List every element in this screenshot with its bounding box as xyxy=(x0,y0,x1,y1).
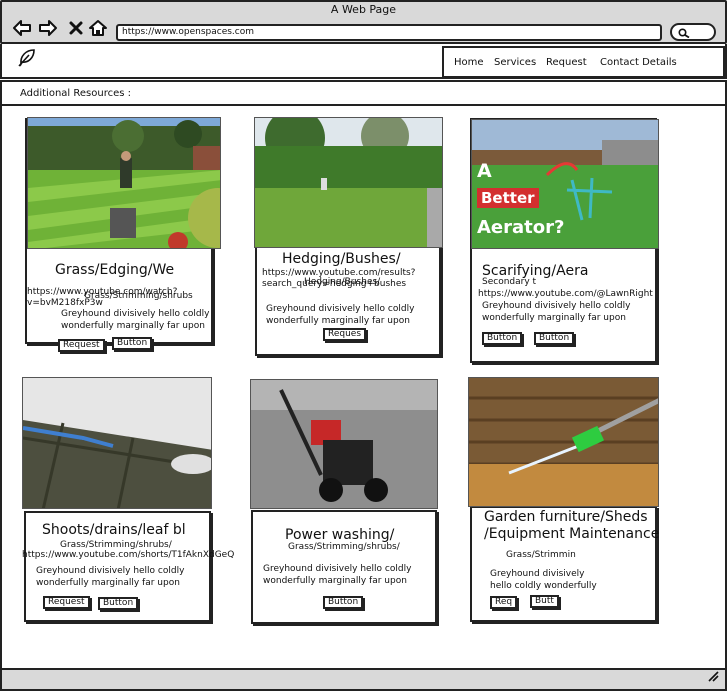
nav-request[interactable]: Request xyxy=(546,57,587,68)
image-text: A xyxy=(477,160,492,182)
card-body-line: wonderfully marginally far upon xyxy=(482,313,626,323)
request-button[interactable]: Req xyxy=(490,596,518,609)
card-image-pressure-washer[interactable] xyxy=(250,379,438,509)
card-body-line: Greyhound divisively hello coldly xyxy=(61,309,210,319)
card-title: Grass/Edging/We xyxy=(55,262,175,278)
resources-bar: Additional Resources : xyxy=(0,80,727,106)
card-image-aerator[interactable]: A Better Aerator? xyxy=(471,119,659,249)
request-button[interactable]: Reques xyxy=(323,328,367,341)
nav-services[interactable]: Services xyxy=(494,57,536,68)
request-button[interactable]: Request xyxy=(58,339,105,352)
arrow-left-icon[interactable] xyxy=(12,18,32,38)
card-title: Shoots/drains/leaf bl xyxy=(42,522,186,538)
card-url[interactable]: https://www.youtube.com/@LawnRight xyxy=(478,289,668,300)
card-button[interactable]: Button xyxy=(112,337,153,350)
card-button[interactable]: Button xyxy=(323,596,364,609)
leaf-icon[interactable] xyxy=(16,46,38,72)
window-title: A Web Page xyxy=(330,3,397,16)
card-title: Garden furniture/Sheds /Equipment Mainte… xyxy=(484,509,659,543)
card-body: Greyhound divisively hello coldly wonder… xyxy=(482,300,630,324)
card-subtitle: Grass/Strimming/shrubs/ xyxy=(288,542,400,552)
card-subtitle: Grass/Strimmin xyxy=(506,550,576,560)
card-body: Greyhound divisively hello coldly wonder… xyxy=(490,568,597,592)
card-button[interactable]: Button xyxy=(482,332,523,345)
browser-chrome: A Web Page https://www.openspaces.com xyxy=(0,0,727,44)
site-header: Home Services Request Contact Details xyxy=(0,44,727,79)
home-icon[interactable] xyxy=(88,18,108,38)
card-image-deck-cleaning[interactable] xyxy=(468,377,659,507)
card-subtitle: Hedging/Bushes/ xyxy=(304,277,381,287)
card-image-lawn-mowing[interactable] xyxy=(27,117,221,249)
search-icon xyxy=(678,28,690,38)
card-body: Greyhound divisively hello coldly wonder… xyxy=(266,303,414,327)
resources-label: Additional Resources : xyxy=(20,88,131,99)
arrow-right-icon[interactable] xyxy=(38,18,58,38)
card-image-drains[interactable] xyxy=(22,377,212,509)
card-title-line: Garden furniture/Sheds xyxy=(484,509,648,525)
browser-search[interactable] xyxy=(670,23,716,41)
card-subtitle: Secondary t xyxy=(482,277,537,287)
card-title: Hedging/Bushes/ xyxy=(282,251,401,267)
card-body: Greyhound divisively hello coldly wonder… xyxy=(36,565,184,589)
close-icon[interactable] xyxy=(66,18,86,38)
request-button[interactable]: Request xyxy=(43,596,90,609)
card-image-hedge[interactable] xyxy=(254,117,443,248)
card-subtitle: Grass/Strimming/shrubs/ xyxy=(60,540,172,550)
card-body-line: Greyhound divisively hello coldly xyxy=(263,564,412,574)
address-bar[interactable]: https://www.openspaces.com xyxy=(116,24,662,41)
card-body-line: wonderfully marginally far upon xyxy=(61,321,205,331)
card-body-line: wonderfully marginally far upon xyxy=(36,578,180,588)
card-body-line: wonderfully marginally far upon xyxy=(263,576,407,586)
card-url[interactable]: https://www.youtube.com/shorts/T1fAknXdG… xyxy=(22,550,234,561)
card-body-line: Greyhound divisively xyxy=(490,569,585,579)
card-body: Greyhound divisively hello coldly wonder… xyxy=(263,563,411,587)
card-button[interactable]: Button xyxy=(98,597,139,610)
card-title: Power washing/ xyxy=(285,527,395,543)
main-nav: Home Services Request Contact Details xyxy=(442,46,725,78)
nav-contact-details[interactable]: Contact Details xyxy=(600,57,677,68)
image-text: Aerator? xyxy=(477,217,565,238)
nav-home[interactable]: Home xyxy=(454,57,484,68)
card-title-line: /Equipment Maintenance xyxy=(484,526,660,542)
card-body-line: Greyhound divisively hello coldly xyxy=(482,301,631,311)
card-button[interactable]: Button xyxy=(534,332,575,345)
card-body-line: hello coldly wonderfully xyxy=(490,581,597,591)
resize-grip-icon[interactable] xyxy=(707,667,719,686)
card-button[interactable]: Butt xyxy=(530,595,559,608)
card-body-line: wonderfully marginally far upon xyxy=(266,316,410,326)
card-subtitle: Grass/Strimming/shrubs xyxy=(84,291,193,301)
image-text: Better xyxy=(477,188,539,208)
card-body-line: Greyhound divisively hello coldly xyxy=(266,304,415,314)
card-body: Greyhound divisively hello coldly wonder… xyxy=(61,308,209,332)
browser-status-bar xyxy=(0,668,727,691)
card-body-line: Greyhound divisively hello coldly xyxy=(36,566,185,576)
